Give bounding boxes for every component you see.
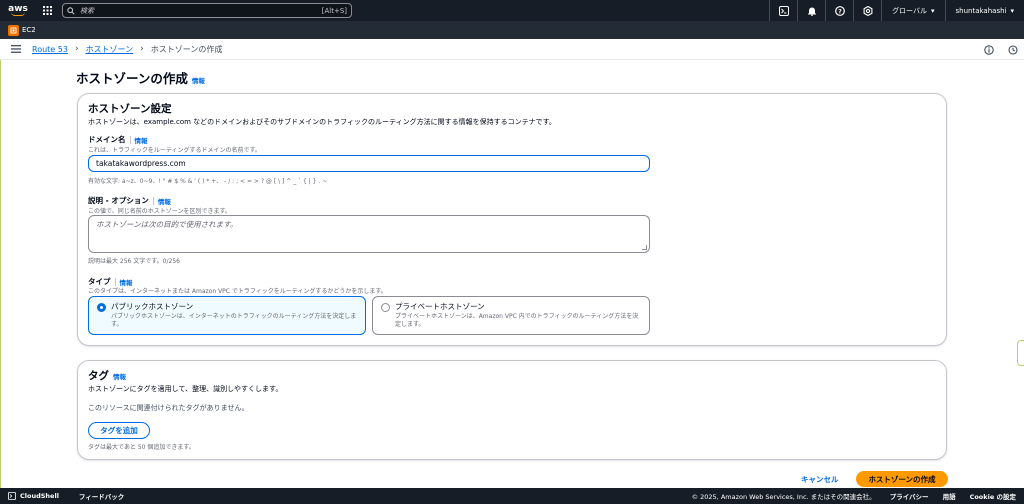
- bell-icon[interactable]: [797, 0, 825, 21]
- side-panel-toggle[interactable]: [1017, 340, 1024, 366]
- breadcrumb-bar: Route 53 › ホストゾーン › ホストゾーンの作成: [0, 39, 1024, 60]
- cloudshell-icon[interactable]: [769, 0, 797, 21]
- aws-smile-icon: [11, 12, 25, 16]
- tags-limit-hint: タグは最大であと 50 個追加できます。: [88, 444, 195, 451]
- feedback-link[interactable]: フィードバック: [79, 491, 124, 501]
- tags-description: ホストゾーンにタグを適用して、整理、識別しやすくします。: [88, 385, 283, 393]
- hosted-zone-description: ホストゾーンは、example.com などのドメインおよびそのサブドメインのト…: [88, 118, 556, 126]
- domain-name-constraint: 有効な文字: a~z、0~9、! " # $ % & ' ( ) * +、 - …: [88, 178, 328, 185]
- resize-handle-icon[interactable]: [642, 245, 647, 250]
- chevron-right-icon: ›: [140, 44, 144, 54]
- cookie-settings-link[interactable]: Cookie の設定: [970, 491, 1016, 501]
- domain-name-label: ドメイン名 情報: [88, 135, 148, 145]
- svg-text:?: ?: [838, 8, 842, 15]
- aws-logo[interactable]: aws: [0, 0, 36, 21]
- public-hosted-zone-description: パブリックホストゾーンは、インターネットのトラフィックのルーティング方法を決定し…: [111, 313, 357, 328]
- type-description: このタイプは、インターネットまたは Amazon VPC でトラフィックをルーテ…: [88, 288, 387, 295]
- info-icon[interactable]: [984, 40, 994, 59]
- description-help: この値で、同じ名前のホストゾーンを区別できます。: [88, 208, 231, 215]
- private-hosted-zone-title: プライベートホストゾーン: [395, 302, 485, 311]
- tags-info-link[interactable]: 情報: [113, 371, 126, 381]
- tags-panel: タグ 情報 ホストゾーンにタグを適用して、整理、識別しやすくします。 このリソー…: [77, 360, 947, 460]
- top-navigation: aws 検索 [Alt+S] ? グローバル ▾ shuntakahashi ▾: [0, 0, 1024, 21]
- region-selector[interactable]: グローバル ▾: [881, 0, 944, 21]
- domain-name-description: これは、トラフィックをルーティングするドメインの名前です。: [88, 147, 261, 154]
- type-info-link[interactable]: 情報: [120, 277, 133, 287]
- left-edge-indicator: [0, 60, 1, 488]
- public-hosted-zone-title: パブリックホストゾーン: [111, 302, 194, 311]
- caret-down-icon: ▾: [931, 6, 935, 15]
- gear-icon[interactable]: [853, 0, 881, 21]
- search-input[interactable]: 検索 [Alt+S]: [62, 3, 352, 18]
- label-divider: [152, 196, 154, 205]
- label-divider: [129, 135, 131, 144]
- tags-empty-message: このリソースに関連付けられたタグがありません。: [88, 404, 249, 412]
- radio-unselected-icon[interactable]: [381, 303, 390, 312]
- chevron-right-icon: ›: [74, 44, 79, 54]
- description-constraint: 説明は最大 256 文字です。0/256: [88, 258, 180, 265]
- copyright-text: © 2025, Amazon Web Services, Inc. またはその関…: [691, 493, 876, 501]
- terminal-icon: [8, 492, 16, 500]
- radio-selected-icon[interactable]: [97, 303, 106, 312]
- public-hosted-zone-option[interactable]: パブリックホストゾーン パブリックホストゾーンは、インターネットのトラフィックの…: [88, 296, 366, 335]
- help-icon[interactable]: ?: [825, 0, 853, 21]
- breadcrumb-hosted-zones[interactable]: ホストゾーン: [86, 44, 134, 55]
- hosted-zone-settings-heading: ホストゾーン設定: [88, 103, 172, 115]
- ec2-favorite-link[interactable]: EC2: [22, 26, 36, 34]
- cancel-button[interactable]: キャンセル: [801, 474, 839, 485]
- breadcrumb-route53[interactable]: Route 53: [32, 45, 68, 54]
- add-tag-button[interactable]: タグを追加: [88, 422, 150, 439]
- create-hosted-zone-button[interactable]: ホストゾーンの作成: [856, 471, 948, 487]
- terms-link[interactable]: 用語: [943, 491, 956, 501]
- privacy-link[interactable]: プライバシー: [890, 491, 929, 501]
- caret-down-icon: ▾: [1010, 6, 1014, 15]
- description-textarea[interactable]: ホストゾーンは次の目的で使用されます。: [88, 215, 650, 253]
- search-placeholder: 検索: [80, 6, 94, 15]
- hosted-zone-settings-panel: ホストゾーン設定 ホストゾーンは、example.com などのドメインおよびそ…: [77, 93, 947, 346]
- private-hosted-zone-option[interactable]: プライベートホストゾーン プライベートホストゾーンは、Amazon VPC 内で…: [372, 296, 650, 335]
- ec2-service-icon[interactable]: [8, 24, 19, 36]
- page-title: ホストゾーンの作成: [76, 71, 188, 86]
- breadcrumb-current: ホストゾーンの作成: [150, 44, 223, 54]
- cloudshell-button[interactable]: CloudShell: [0, 492, 59, 500]
- tags-heading: タグ: [88, 370, 109, 382]
- search-icon: [67, 6, 75, 15]
- services-grid-icon[interactable]: [36, 0, 58, 21]
- page-header: ホストゾーンの作成 情報: [76, 68, 205, 87]
- search-shortcut: [Alt+S]: [321, 6, 347, 15]
- label-divider: [114, 277, 116, 286]
- domain-name-input[interactable]: takatakawordpress.com: [88, 155, 650, 172]
- private-hosted-zone-description: プライベートホストゾーンは、Amazon VPC 内でのトラフィックのルーティン…: [395, 313, 639, 328]
- tags-header: タグ 情報: [88, 368, 126, 383]
- description-info-link[interactable]: 情報: [158, 196, 171, 206]
- domain-info-link[interactable]: 情報: [135, 135, 148, 145]
- history-icon[interactable]: [1008, 40, 1018, 59]
- page-info-link[interactable]: 情報: [192, 75, 205, 85]
- footer: CloudShell フィードバック © 2025, Amazon Web Se…: [0, 488, 1024, 504]
- menu-icon[interactable]: [0, 39, 32, 60]
- description-label: 説明 - オプション 情報: [88, 196, 171, 206]
- favorites-bar: EC2: [0, 21, 1024, 39]
- user-menu[interactable]: shuntakahashi ▾: [944, 0, 1024, 21]
